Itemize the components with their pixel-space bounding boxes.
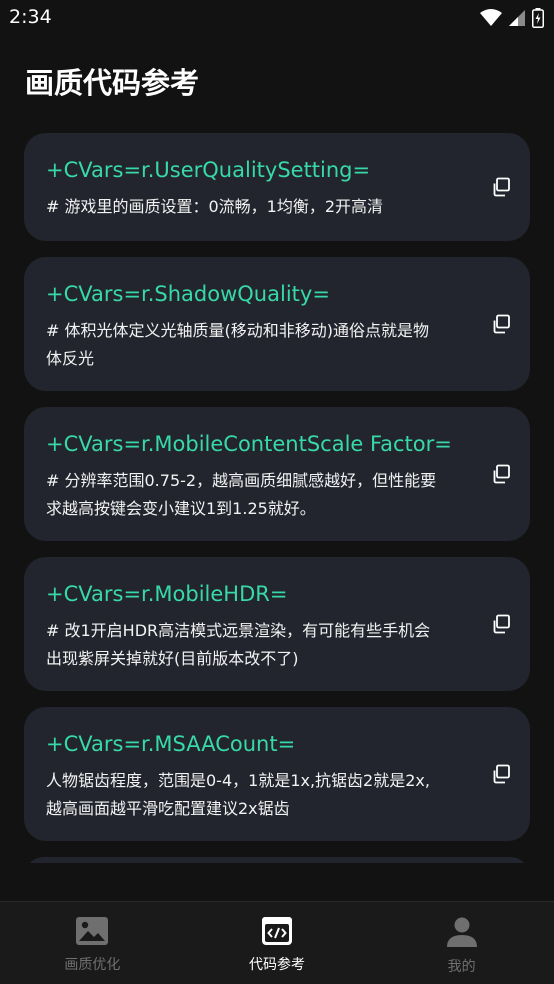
nav-item-quality-optimize[interactable]: 画质优化 xyxy=(0,902,185,984)
status-icons xyxy=(480,8,544,28)
nav-item-code-reference[interactable]: 代码参考 xyxy=(185,902,370,984)
code-list[interactable]: +CVars=r.UserQualitySetting= # 游戏里的画质设置：… xyxy=(24,133,530,863)
code-text: +CVars=r.MSAACount= xyxy=(46,732,296,756)
code-text: +CVars=r.MobileContentScale Factor= xyxy=(46,432,452,456)
code-description: # 体积光体定义光轴质量(移动和非移动)通俗点就是物体反光 xyxy=(46,321,429,368)
code-card: +CVars=r.MobileContentScale Factor= # 分辨… xyxy=(24,407,530,541)
code-text: +CVars=r.ShadowQuality= xyxy=(46,282,330,306)
nav-label: 画质优化 xyxy=(64,957,121,973)
status-bar: 2:34 xyxy=(0,0,554,38)
code-icon xyxy=(262,917,292,945)
code-description: # 游戏里的画质设置：0流畅，1均衡，2开高清 xyxy=(46,197,384,216)
code-card: +CVars=r.MSAACount= 人物锯齿程度，范围是0-4，1就是1x,… xyxy=(24,707,530,841)
code-description: 人物锯齿程度，范围是0-4，1就是1x,抗锯齿2就是2x,越高画面越平滑吃配置建… xyxy=(46,771,430,818)
copy-icon xyxy=(493,464,510,484)
code-card: +CVars=r.MobileHDR= # 改1开启HDR高洁模式远景渲染，有可… xyxy=(24,557,530,691)
code-description: # 改1开启HDR高洁模式远景渲染，有可能有些手机会出现紫屏关掉就好(目前版本改… xyxy=(46,621,431,668)
copy-icon xyxy=(493,314,510,334)
nav-item-mine[interactable]: 我的 xyxy=(369,902,554,984)
code-card: +CVars=r.UserQualitySetting= # 游戏里的画质设置：… xyxy=(24,133,530,241)
copy-icon xyxy=(493,764,510,784)
code-text: +CVars=r.UserQualitySetting= xyxy=(46,158,371,182)
image-icon xyxy=(76,917,109,945)
status-time: 2:34 xyxy=(9,6,52,28)
copy-icon xyxy=(493,614,510,634)
copy-button[interactable] xyxy=(488,174,514,200)
wifi-icon xyxy=(480,9,502,26)
bottom-nav: 画质优化 代码参考 我的 xyxy=(0,901,554,984)
page-title: 画质代码参考 xyxy=(25,66,200,100)
code-card: +CVars=r.ShadowQuality= # 体积光体定义光轴质量(移动和… xyxy=(24,257,530,391)
code-card-partial xyxy=(24,857,530,863)
copy-button[interactable] xyxy=(488,611,514,637)
code-text: +CVars=r.MobileHDR= xyxy=(46,582,288,606)
person-icon xyxy=(446,917,477,947)
copy-button[interactable] xyxy=(488,311,514,337)
copy-button[interactable] xyxy=(488,761,514,787)
nav-label: 代码参考 xyxy=(249,957,305,973)
nav-label: 我的 xyxy=(447,959,476,975)
signal-icon xyxy=(509,10,525,26)
battery-icon xyxy=(532,8,544,28)
copy-button[interactable] xyxy=(488,461,514,487)
copy-icon xyxy=(493,177,510,197)
code-description: # 分辨率范围0.75-2，越高画质细腻感越好，但性能要求越高按键会变小建议1到… xyxy=(46,471,437,518)
